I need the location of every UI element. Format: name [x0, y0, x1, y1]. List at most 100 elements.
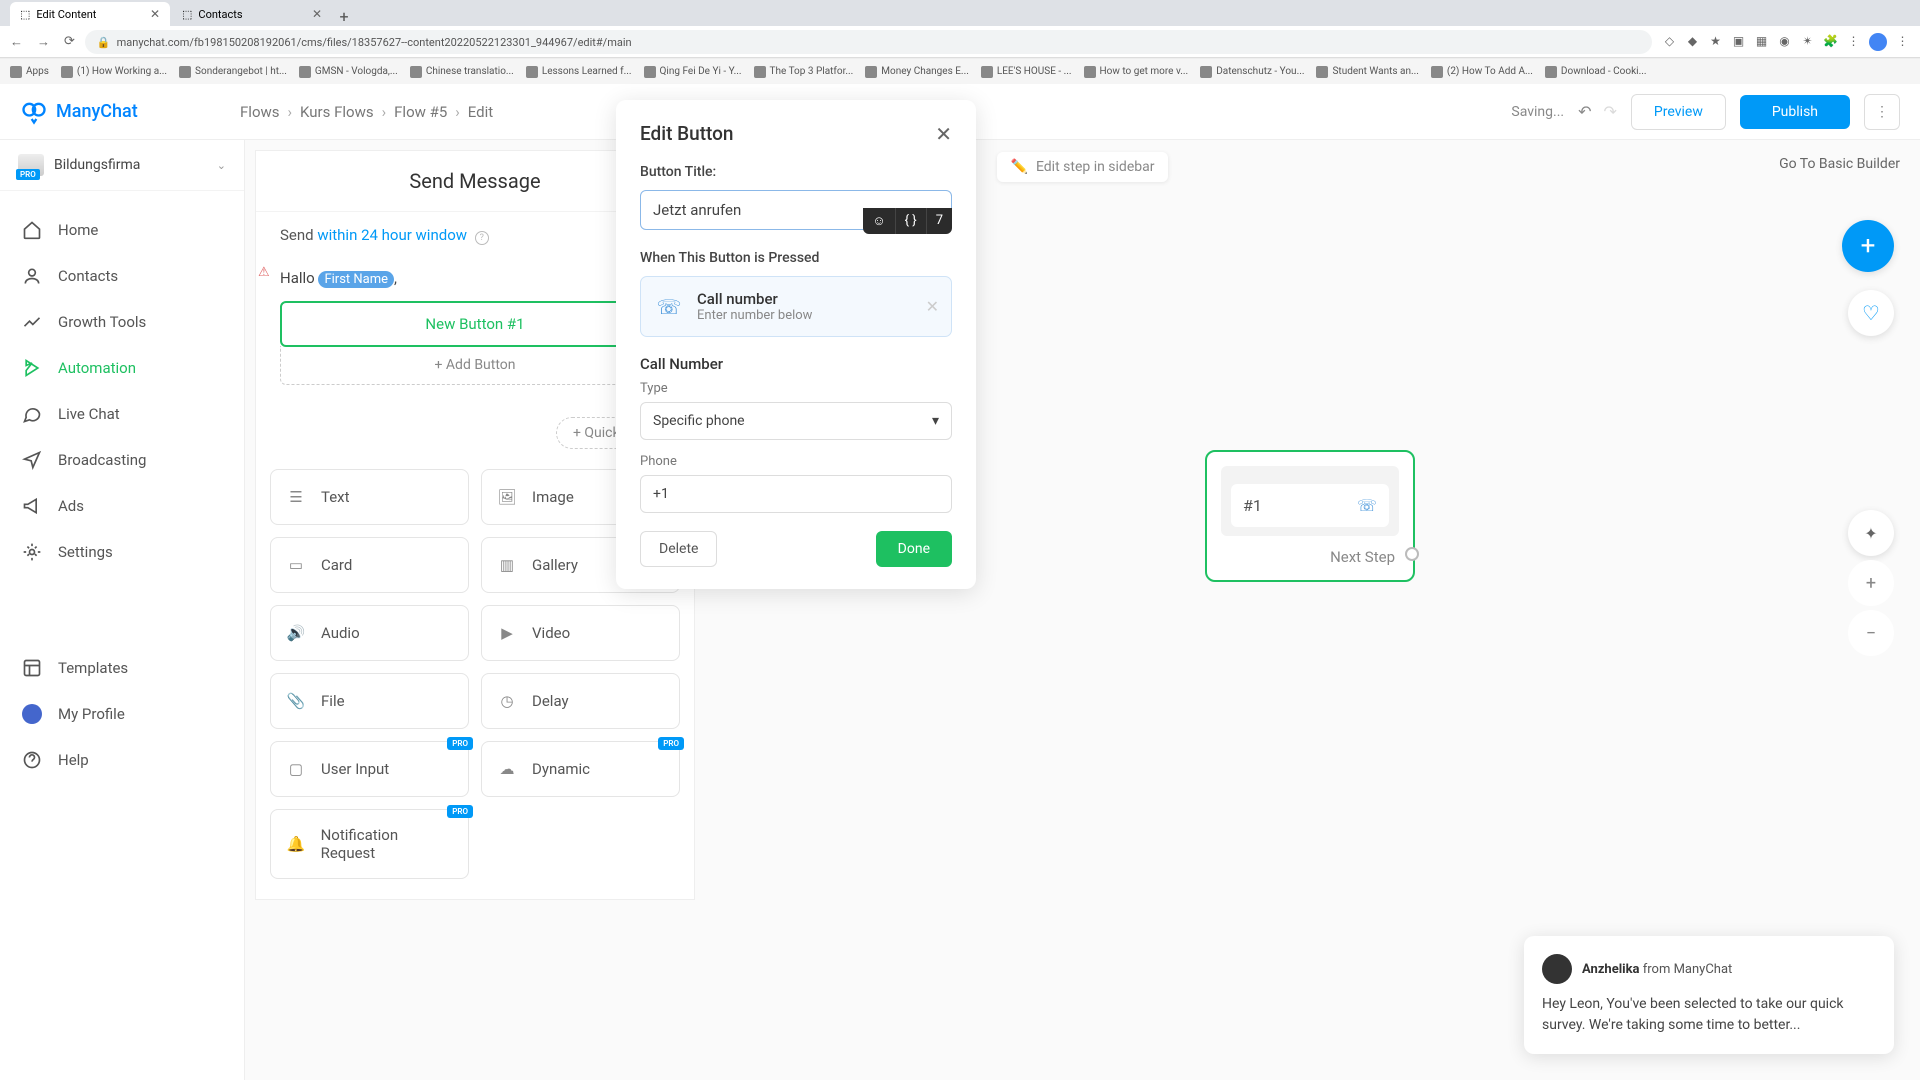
call-action-card[interactable]: ☏ Call number Enter number below ✕ — [640, 276, 952, 337]
info-icon[interactable]: ? — [475, 231, 489, 245]
node-button[interactable]: #1 ☏ — [1231, 484, 1389, 527]
support-chat-popup[interactable]: Anzhelika from ManyChat Hey Leon, You've… — [1524, 936, 1894, 1054]
bookmark[interactable]: Sonderangebot | ht... — [179, 66, 287, 78]
close-button[interactable]: ✕ — [935, 122, 952, 146]
logo[interactable]: ManyChat — [20, 98, 240, 126]
bookmark-icon — [865, 66, 877, 78]
bookmark[interactable]: The Top 3 Platfor... — [754, 66, 854, 78]
account-switcher[interactable]: PRO Bildungsfirma ⌄ — [0, 140, 244, 191]
more-button[interactable]: ⋮ — [1864, 94, 1900, 130]
publish-button[interactable]: Publish — [1740, 95, 1850, 129]
nav-help[interactable]: Help — [0, 737, 244, 783]
ext-icon[interactable]: ▦ — [1754, 33, 1769, 48]
ext-icon[interactable]: ⋮ — [1846, 33, 1861, 48]
bookmark[interactable]: Chinese translatio... — [410, 66, 514, 78]
message-button[interactable]: New Button #1 ☏ — [280, 301, 670, 347]
undo-icon[interactable]: ↶ — [1578, 102, 1591, 121]
preview-button[interactable]: Preview — [1631, 94, 1726, 130]
nav-ads[interactable]: Ads — [0, 483, 244, 529]
ext-icon[interactable]: ◆ — [1685, 33, 1700, 48]
nav-templates[interactable]: Templates — [0, 645, 244, 691]
bookmark[interactable]: How to get more v... — [1084, 66, 1189, 78]
block-userinput[interactable]: ▢User InputPRO — [270, 741, 469, 797]
block-card[interactable]: ▭Card — [270, 537, 469, 593]
type-label: Type — [640, 381, 952, 396]
block-video[interactable]: ▶Video — [481, 605, 680, 661]
block-text[interactable]: ☰Text — [270, 469, 469, 525]
block-dynamic[interactable]: ☁DynamicPRO — [481, 741, 680, 797]
auto-layout-button[interactable]: ✦ — [1848, 510, 1894, 556]
back-icon[interactable]: ← — [10, 34, 23, 50]
bookmark[interactable]: (1) How Working a... — [61, 66, 167, 78]
nav-settings[interactable]: Settings — [0, 529, 244, 575]
message-text[interactable]: Hallo First Name, — [280, 259, 670, 301]
menu-icon[interactable]: ⋮ — [1895, 33, 1910, 48]
delete-button[interactable]: Delete — [640, 531, 717, 567]
flow-canvas[interactable]: ✏️ Edit step in sidebar Go To Basic Buil… — [245, 140, 1920, 1080]
bookmark[interactable]: Datenschutz - You... — [1200, 66, 1304, 78]
url-input[interactable]: 🔒 manychat.com/fb198150208192061/cms/fil… — [85, 30, 1652, 54]
bookmark[interactable]: (2) How To Add A... — [1431, 66, 1533, 78]
send-window-link[interactable]: within 24 hour window — [317, 226, 467, 244]
nav-broadcasting[interactable]: Broadcasting — [0, 437, 244, 483]
breadcrumb-item[interactable]: Kurs Flows — [300, 103, 374, 121]
phone-input[interactable] — [640, 475, 952, 513]
ext-icon[interactable]: ◇ — [1662, 33, 1677, 48]
nav-livechat[interactable]: Live Chat — [0, 391, 244, 437]
bookmark[interactable]: Apps — [10, 66, 49, 78]
ext-icon[interactable]: ◉ — [1777, 33, 1792, 48]
bookmark[interactable]: Qing Fei De Yi - Y... — [644, 66, 742, 78]
bookmark[interactable]: Student Wants an... — [1316, 66, 1418, 78]
add-button[interactable]: + Add Button — [280, 346, 670, 385]
nav-profile[interactable]: My Profile — [0, 691, 244, 737]
first-name-token[interactable]: First Name — [318, 271, 394, 288]
nav-contacts[interactable]: Contacts — [0, 253, 244, 299]
basic-builder-link[interactable]: Go To Basic Builder — [1779, 156, 1900, 172]
done-button[interactable]: Done — [876, 531, 952, 567]
breadcrumb-item[interactable]: Flow #5 — [394, 103, 447, 121]
block-delay[interactable]: ◷Delay — [481, 673, 680, 729]
flow-node[interactable]: #1 ☏ Next Step — [1205, 450, 1415, 582]
phone-label: Phone — [640, 454, 952, 469]
ext-icon[interactable]: ✴ — [1800, 33, 1815, 48]
ext-icon[interactable]: ▣ — [1731, 33, 1746, 48]
ext-icon[interactable]: 🧩 — [1823, 33, 1838, 48]
nav-growth[interactable]: Growth Tools — [0, 299, 244, 345]
block-audio[interactable]: 🔊Audio — [270, 605, 469, 661]
reload-icon[interactable]: ⟳ — [64, 34, 75, 50]
bookmark[interactable]: Download - Cooki... — [1545, 66, 1647, 78]
forward-icon[interactable]: → — [37, 34, 50, 50]
zoom-in-button[interactable]: + — [1848, 560, 1894, 606]
bookmark-icon — [526, 66, 538, 78]
remove-action-button[interactable]: ✕ — [926, 297, 939, 316]
edit-in-sidebar-button[interactable]: ✏️ Edit step in sidebar — [997, 152, 1169, 182]
close-icon[interactable]: ✕ — [150, 7, 160, 21]
bookmark-icon — [1545, 66, 1557, 78]
tab-favicon: ⬚ — [20, 8, 30, 21]
block-notification[interactable]: 🔔Notification RequestPRO — [270, 809, 469, 879]
breadcrumb-item[interactable]: Flows — [240, 103, 280, 121]
bookmark[interactable]: Money Changes E... — [865, 66, 969, 78]
redo-icon[interactable]: ↷ — [1604, 102, 1617, 121]
nav-home[interactable]: Home — [0, 207, 244, 253]
add-node-button[interactable]: + — [1842, 220, 1894, 272]
new-tab-button[interactable]: + — [334, 6, 354, 26]
emoji-button[interactable]: ☺ — [863, 208, 894, 234]
zoom-out-button[interactable]: − — [1848, 610, 1894, 656]
type-select[interactable]: Specific phone ▾ — [640, 402, 952, 440]
bookmark[interactable]: GMSN - Vologda,... — [299, 66, 398, 78]
connector-handle[interactable] — [1405, 547, 1419, 561]
nav-automation[interactable]: Automation — [0, 345, 244, 391]
chevron-right-icon: › — [288, 103, 293, 121]
browser-tab-active[interactable]: ⬚ Edit Content ✕ — [10, 2, 170, 26]
breadcrumb-item[interactable]: Edit — [468, 103, 493, 121]
favorite-button[interactable]: ♡ — [1848, 290, 1894, 336]
close-icon[interactable]: ✕ — [312, 7, 322, 21]
ext-icon[interactable]: ★ — [1708, 33, 1723, 48]
browser-tab[interactable]: ⬚ Contacts ✕ — [172, 2, 332, 26]
bookmark[interactable]: Lessons Learned f... — [526, 66, 632, 78]
variable-button[interactable]: { } — [895, 208, 926, 234]
avatar-icon[interactable] — [1869, 33, 1887, 51]
bookmark[interactable]: LEE'S HOUSE - ... — [981, 66, 1072, 78]
block-file[interactable]: 📎File — [270, 673, 469, 729]
